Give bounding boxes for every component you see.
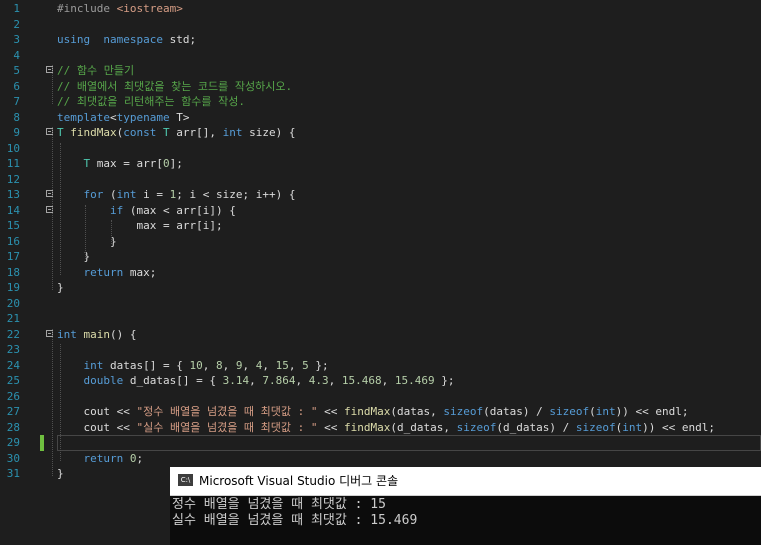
line-number: 24 [6, 358, 20, 372]
line-number: 21 [6, 312, 20, 325]
code-line[interactable]: 19} [0, 280, 761, 296]
line-number: 7 [13, 95, 20, 108]
indent-guide [111, 220, 112, 244]
line-number: 11 [6, 157, 20, 170]
code-line[interactable]: 11 T max = arr[0]; [0, 156, 761, 172]
code-line[interactable]: 10 [0, 141, 761, 157]
code-line[interactable]: 13 for (int i = 1; i < size; i++) { [0, 187, 761, 203]
current-line-highlight [57, 435, 761, 451]
code-text: max = arr[i]; [57, 219, 223, 232]
line-number: 19 [6, 281, 20, 294]
indent-guide [60, 142, 61, 275]
console-app-icon: C:\ [178, 474, 193, 486]
code-text: double d_datas[] = { 3.14, 7.864, 4.3, 1… [83, 374, 455, 387]
line-number: 10 [6, 141, 20, 155]
code-text: } [57, 467, 64, 480]
console-output-line-2: 실수 배열을 넘겼을 때 최댓값 : 15.469 [172, 513, 418, 528]
console-title: Microsoft Visual Studio 디버그 콘솔 [199, 474, 399, 488]
line-number: 15 [6, 219, 20, 232]
change-marker [40, 435, 44, 451]
code-line[interactable]: 17 } [0, 249, 761, 265]
code-line[interactable]: 3 using namespace std; [0, 32, 761, 48]
code-line[interactable]: 14 if (max < arr[i]) { [0, 203, 761, 219]
code-line[interactable]: 16 } [0, 234, 761, 250]
line-number: 20 [6, 296, 20, 310]
line-number: 22 [6, 327, 20, 341]
line-number: 30 [6, 451, 20, 465]
code-line[interactable]: 7 // 최댓값을 리턴해주는 함수를 작성. [0, 94, 761, 110]
code-line[interactable]: 18 return max; [0, 265, 761, 281]
code-line[interactable]: 12 [0, 172, 761, 188]
code-line[interactable]: 24 int datas[] = { 10, 8, 9, 4, 15, 5 }; [0, 358, 761, 374]
code-text: #include <iostream> [57, 2, 183, 15]
code-line[interactable]: 9 T findMax(const T arr[], int size) { [0, 125, 761, 141]
code-text: return 0; [83, 451, 144, 465]
indent-guide [52, 328, 53, 476]
line-number: 28 [6, 420, 20, 434]
code-text: if (max < arr[i]) { [109, 203, 236, 217]
code-line[interactable]: 29 [0, 435, 761, 451]
code-text: // 함수 만들기 [57, 64, 135, 77]
line-number: 2 [13, 17, 20, 31]
line-number: 31 [6, 467, 20, 480]
code-line[interactable]: 23 [0, 342, 761, 358]
line-number: 6 [13, 79, 20, 93]
code-line[interactable]: 21 [0, 311, 761, 327]
console-output-line-1: 정수 배열을 넘겼을 때 최댓값 : 15 [172, 497, 386, 512]
code-line[interactable]: 5 // 함수 만들기 [0, 63, 761, 79]
console-titlebar[interactable]: C:\ Microsoft Visual Studio 디버그 콘솔 [170, 467, 761, 496]
code-text: for (int i = 1; i < size; i++) { [83, 188, 296, 201]
line-number: 14 [6, 203, 20, 217]
line-number: 5 [13, 64, 20, 77]
code-line[interactable]: 28 cout << "실수 배열을 넘겼을 때 최댓값 : " << find… [0, 420, 761, 436]
line-number: 25 [6, 374, 20, 387]
code-text: int datas[] = { 10, 8, 9, 4, 15, 5 }; [83, 358, 329, 372]
line-number: 12 [6, 172, 20, 186]
line-number: 18 [6, 265, 20, 279]
code-line[interactable]: 8 template<typename T> [0, 110, 761, 126]
code-line[interactable]: 20 [0, 296, 761, 312]
line-number: 4 [13, 48, 20, 62]
line-number: 3 [13, 33, 20, 46]
code-line[interactable]: 2 [0, 17, 761, 33]
code-text: using namespace std; [57, 33, 197, 46]
code-text: T max = arr[0]; [83, 157, 183, 170]
code-text: T findMax(const T arr[], int size) { [57, 126, 296, 139]
code-text: cout << "실수 배열을 넘겼을 때 최댓값 : " << findMax… [57, 420, 715, 434]
code-text: template<typename T> [57, 110, 190, 124]
indent-guide [52, 65, 53, 104]
line-number: 16 [6, 234, 20, 248]
code-text: // 배열에서 최댓값을 찾는 코드를 작성하시오. [57, 79, 293, 93]
code-line[interactable]: 30 return 0; [0, 451, 761, 467]
line-number: 1 [13, 2, 20, 15]
code-line[interactable]: 22 int main() { [0, 327, 761, 343]
code-text: int main() { [57, 327, 137, 341]
code-text: } [57, 234, 117, 248]
line-number: 13 [6, 188, 20, 201]
line-number: 23 [6, 343, 20, 356]
line-number: 29 [6, 436, 20, 449]
code-text: } [57, 281, 64, 294]
indent-guide [52, 127, 53, 290]
indent-guide [85, 204, 86, 259]
code-editor[interactable]: 1 #include <iostream> 2 3 using namespace st… [0, 0, 761, 545]
code-line[interactable]: 4 [0, 48, 761, 64]
code-line[interactable]: 27 cout << "정수 배열을 넘겼을 때 최댓값 : " << find… [0, 404, 761, 420]
code-line[interactable]: 1 #include <iostream> [0, 1, 761, 17]
line-number: 26 [6, 389, 20, 403]
indent-guide [60, 344, 61, 461]
line-number: 9 [13, 126, 20, 139]
code-line[interactable]: 25 double d_datas[] = { 3.14, 7.864, 4.3… [0, 373, 761, 389]
code-line[interactable]: 15 max = arr[i]; [0, 218, 761, 234]
line-number: 27 [6, 405, 20, 418]
line-number: 17 [6, 250, 20, 263]
debug-console-window[interactable]: C:\ Microsoft Visual Studio 디버그 콘솔 정수 배열… [170, 467, 761, 545]
code-text: return max; [83, 265, 157, 279]
code-line[interactable]: 26 [0, 389, 761, 405]
code-text: cout << "정수 배열을 넘겼을 때 최댓값 : " << findMax… [57, 405, 689, 418]
line-number: 8 [13, 110, 20, 124]
code-line[interactable]: 6 // 배열에서 최댓값을 찾는 코드를 작성하시오. [0, 79, 761, 95]
code-text: // 최댓값을 리턴해주는 함수를 작성. [57, 95, 246, 108]
